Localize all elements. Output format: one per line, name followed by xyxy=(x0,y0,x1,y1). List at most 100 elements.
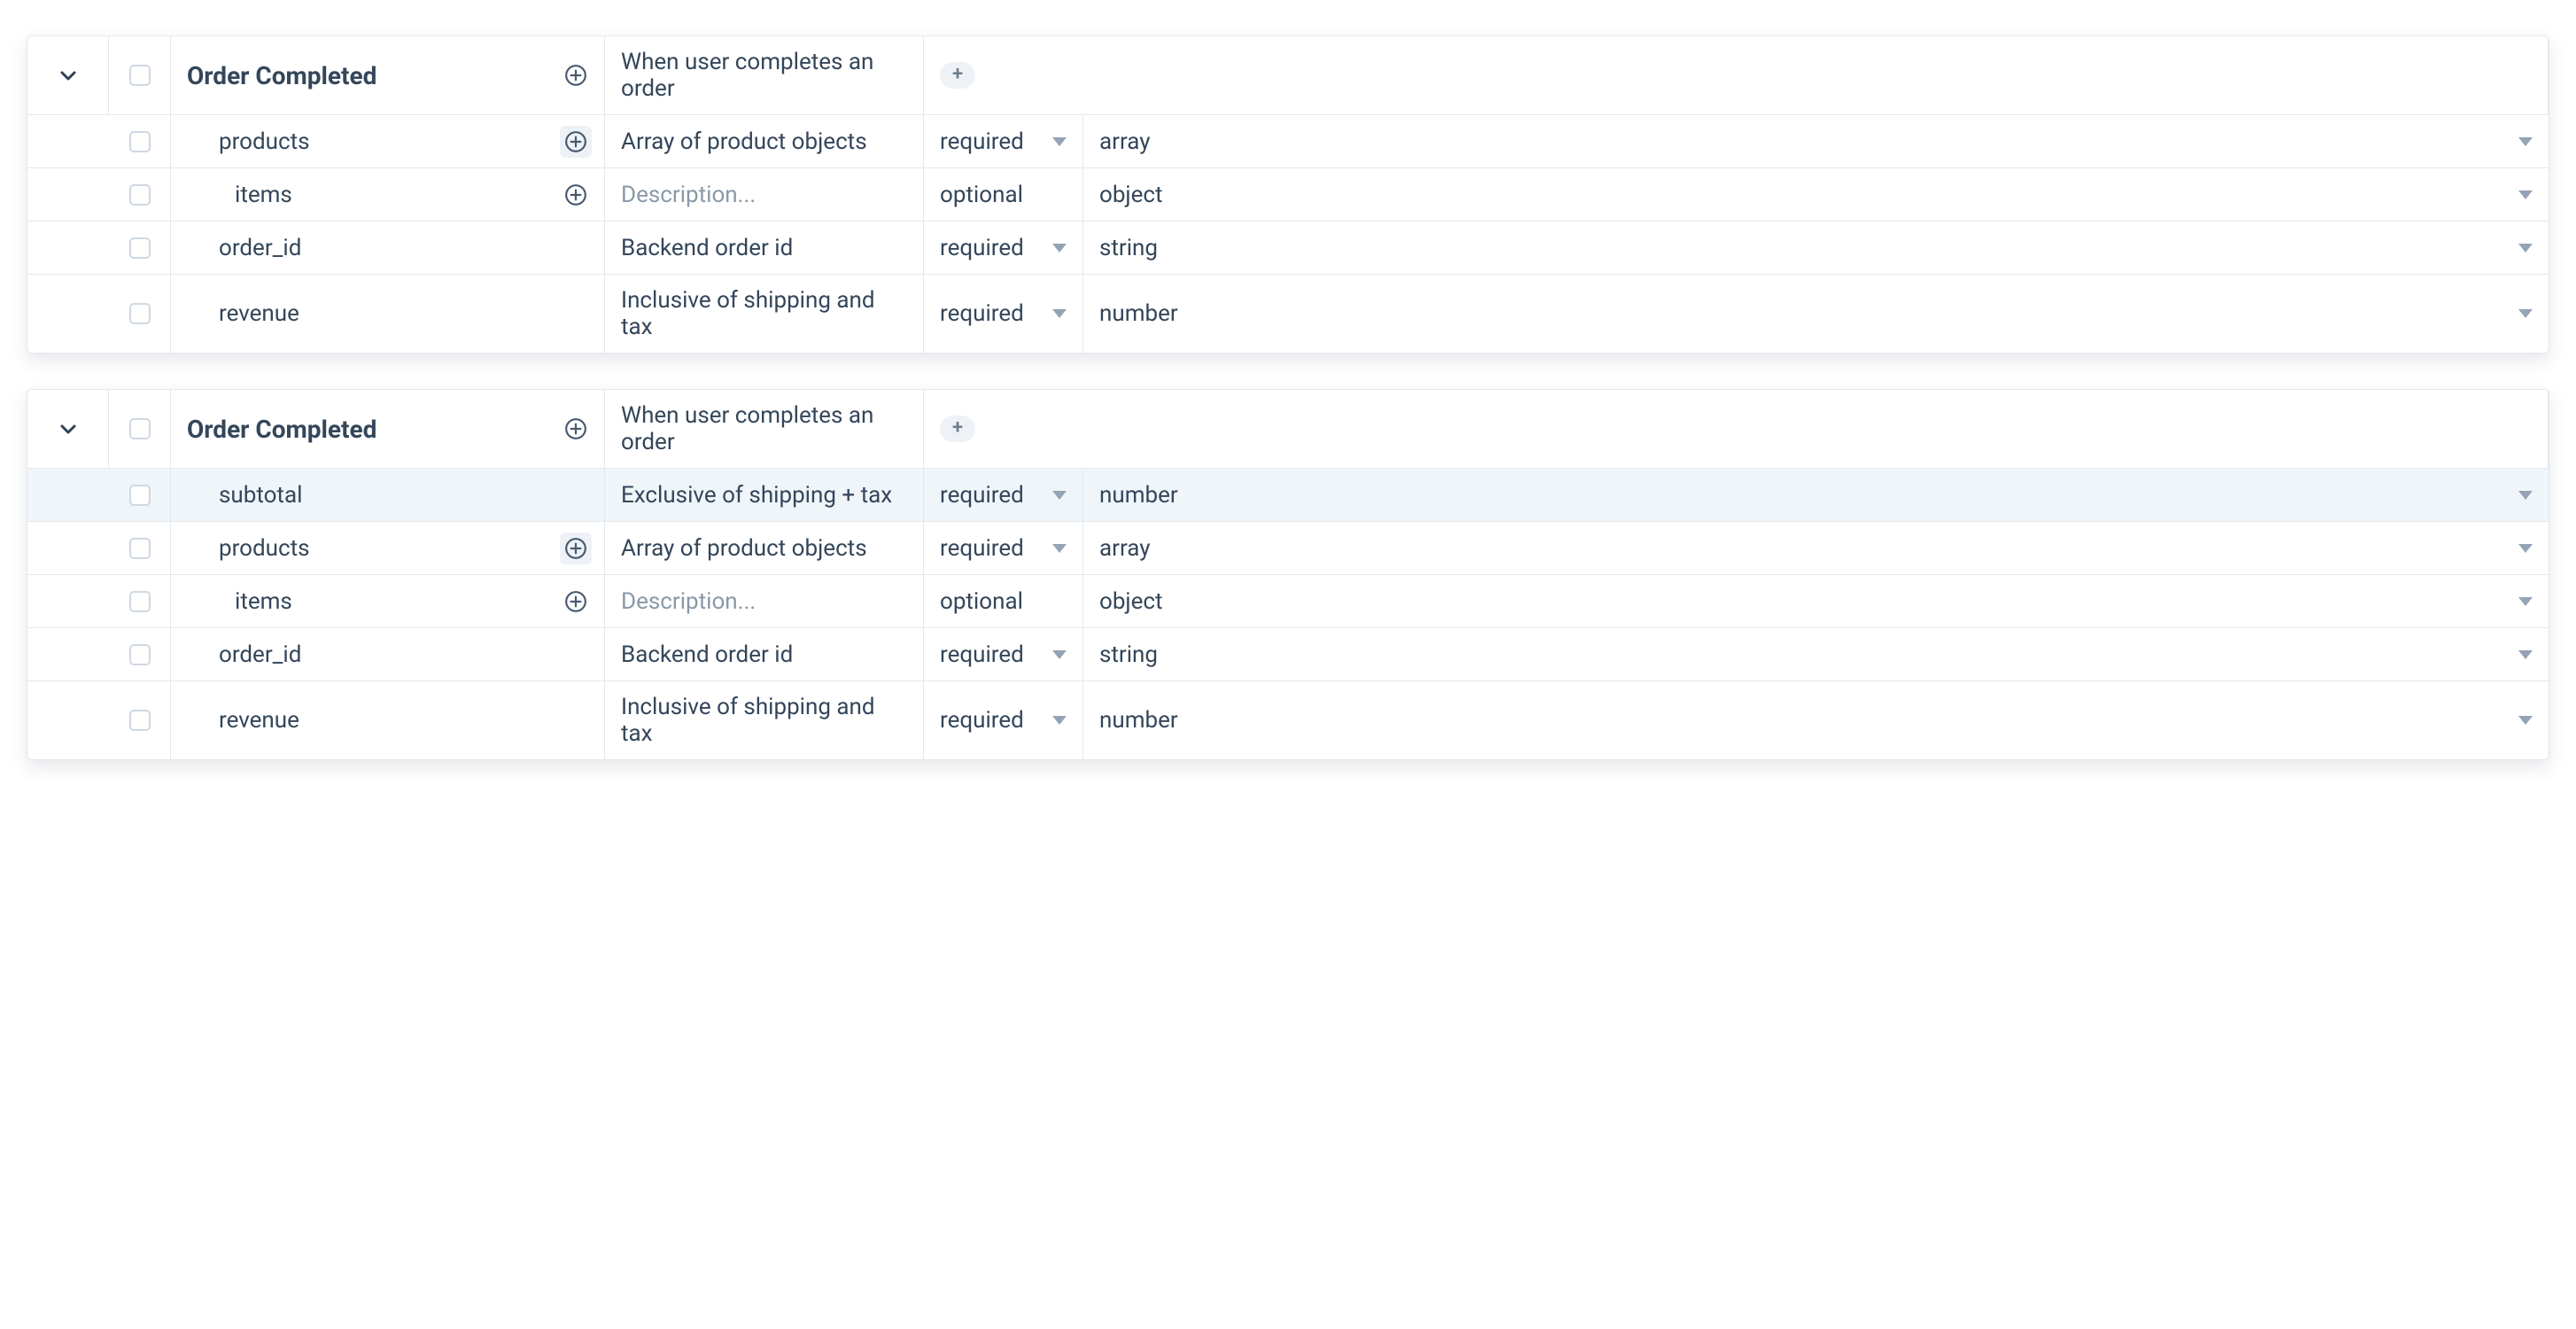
event-description-cell[interactable]: When user completes an order xyxy=(605,390,924,468)
row-checkbox[interactable] xyxy=(129,485,151,506)
type-value: string xyxy=(1099,235,1158,261)
required-value: optional xyxy=(940,182,1023,208)
property-name: products xyxy=(187,535,310,562)
row-checkbox[interactable] xyxy=(129,237,151,259)
type-dropdown[interactable]: number xyxy=(1099,707,2533,734)
type-dropdown[interactable]: number xyxy=(1099,482,2533,509)
property-name-cell[interactable]: items xyxy=(171,575,605,627)
property-name-cell[interactable]: products xyxy=(171,115,605,167)
type-dropdown[interactable]: number xyxy=(1099,300,2533,327)
property-name: items xyxy=(187,588,292,615)
row-checkbox[interactable] xyxy=(129,184,151,206)
event-tags-cell: + xyxy=(924,36,2549,114)
required-dropdown[interactable]: required xyxy=(940,235,1067,261)
event-name-cell[interactable]: Order Completed xyxy=(171,36,605,114)
event-title: Order Completed xyxy=(187,415,376,444)
plus-icon: + xyxy=(952,65,963,84)
required-dropdown[interactable]: required xyxy=(940,641,1067,668)
event-description-cell[interactable]: When user completes an order xyxy=(605,36,924,114)
property-name-cell[interactable]: products xyxy=(171,522,605,574)
caret-down-icon xyxy=(2518,244,2533,253)
property-description-cell[interactable]: Inclusive of shipping and tax xyxy=(605,681,924,759)
expand-spacer xyxy=(27,522,109,574)
add-child-property-button[interactable] xyxy=(560,586,592,618)
required-dropdown[interactable]: optional xyxy=(940,588,1067,615)
type-dropdown[interactable]: object xyxy=(1099,182,2533,208)
row-checkbox[interactable] xyxy=(129,65,151,86)
row-checkbox[interactable] xyxy=(129,538,151,559)
type-cell: number xyxy=(1083,681,2549,759)
property-description-cell[interactable]: Backend order id xyxy=(605,222,924,274)
type-cell: string xyxy=(1083,628,2549,680)
required-dropdown[interactable]: required xyxy=(940,535,1067,562)
caret-down-icon xyxy=(2518,190,2533,199)
row-checkbox[interactable] xyxy=(129,591,151,612)
property-description-cell[interactable]: Exclusive of shipping + tax xyxy=(605,469,924,521)
checkbox-cell xyxy=(109,222,171,274)
type-dropdown[interactable]: array xyxy=(1099,128,2533,155)
property-name: items xyxy=(187,182,292,208)
add-property-button[interactable] xyxy=(560,59,592,91)
property-name-cell[interactable]: items xyxy=(171,168,605,221)
required-dropdown[interactable]: required xyxy=(940,128,1067,155)
event-name-cell[interactable]: Order Completed xyxy=(171,390,605,468)
property-description-placeholder: Description... xyxy=(621,182,756,208)
row-checkbox[interactable] xyxy=(129,644,151,665)
property-description: Exclusive of shipping + tax xyxy=(621,482,892,509)
property-description-cell[interactable]: Description... xyxy=(605,168,924,221)
required-cell: required xyxy=(924,681,1083,759)
required-dropdown[interactable]: required xyxy=(940,707,1067,734)
caret-down-icon xyxy=(1052,244,1067,253)
type-dropdown[interactable]: object xyxy=(1099,588,2533,615)
required-value: required xyxy=(940,300,1024,327)
add-child-property-button[interactable] xyxy=(560,179,592,211)
property-description-placeholder: Description... xyxy=(621,588,756,615)
row-checkbox[interactable] xyxy=(129,303,151,324)
row-checkbox[interactable] xyxy=(129,710,151,731)
required-value: required xyxy=(940,482,1024,509)
add-tag-button[interactable]: + xyxy=(940,62,975,89)
expand-spacer xyxy=(27,115,109,167)
type-dropdown[interactable]: array xyxy=(1099,535,2533,562)
add-child-property-button[interactable] xyxy=(560,532,592,564)
property-name-cell[interactable]: revenue xyxy=(171,275,605,353)
add-child-property-button[interactable] xyxy=(560,126,592,158)
property-description-cell[interactable]: Array of product objects xyxy=(605,522,924,574)
property-name-cell[interactable]: subtotal xyxy=(171,469,605,521)
add-property-button[interactable] xyxy=(560,413,592,445)
expand-toggle[interactable] xyxy=(27,390,109,468)
property-description-cell[interactable]: Backend order id xyxy=(605,628,924,680)
property-row: order_idBackend order id required string xyxy=(27,627,2549,680)
property-row: products Array of product objects required… xyxy=(27,521,2549,574)
property-name-cell[interactable]: order_id xyxy=(171,628,605,680)
property-row: subtotal Exclusive of shipping + tax requi… xyxy=(27,468,2549,521)
expand-spacer xyxy=(27,168,109,221)
required-value: required xyxy=(940,641,1024,668)
checkbox-cell xyxy=(109,522,171,574)
property-name-cell[interactable]: order_id xyxy=(171,222,605,274)
required-dropdown[interactable]: optional xyxy=(940,182,1067,208)
row-checkbox[interactable] xyxy=(129,131,151,152)
property-name-cell[interactable]: revenue xyxy=(171,681,605,759)
required-dropdown[interactable]: required xyxy=(940,300,1067,327)
property-description: Inclusive of shipping and tax xyxy=(621,287,907,340)
property-description-cell[interactable]: Description... xyxy=(605,575,924,627)
type-value: array xyxy=(1099,535,1151,562)
expand-toggle[interactable] xyxy=(27,36,109,114)
property-name: subtotal xyxy=(187,482,302,509)
required-cell: required xyxy=(924,222,1083,274)
property-row: items Description... optional object xyxy=(27,574,2549,627)
checkbox-cell xyxy=(109,469,171,521)
add-tag-button[interactable]: + xyxy=(940,416,975,442)
property-description-cell[interactable]: Array of product objects xyxy=(605,115,924,167)
required-dropdown[interactable]: required xyxy=(940,482,1067,509)
type-cell: number xyxy=(1083,275,2549,353)
plus-circle-icon xyxy=(563,62,589,89)
chevron-down-icon xyxy=(58,418,79,439)
type-cell: object xyxy=(1083,575,2549,627)
required-cell: optional xyxy=(924,168,1083,221)
row-checkbox[interactable] xyxy=(129,418,151,439)
property-description-cell[interactable]: Inclusive of shipping and tax xyxy=(605,275,924,353)
type-dropdown[interactable]: string xyxy=(1099,235,2533,261)
type-dropdown[interactable]: string xyxy=(1099,641,2533,668)
